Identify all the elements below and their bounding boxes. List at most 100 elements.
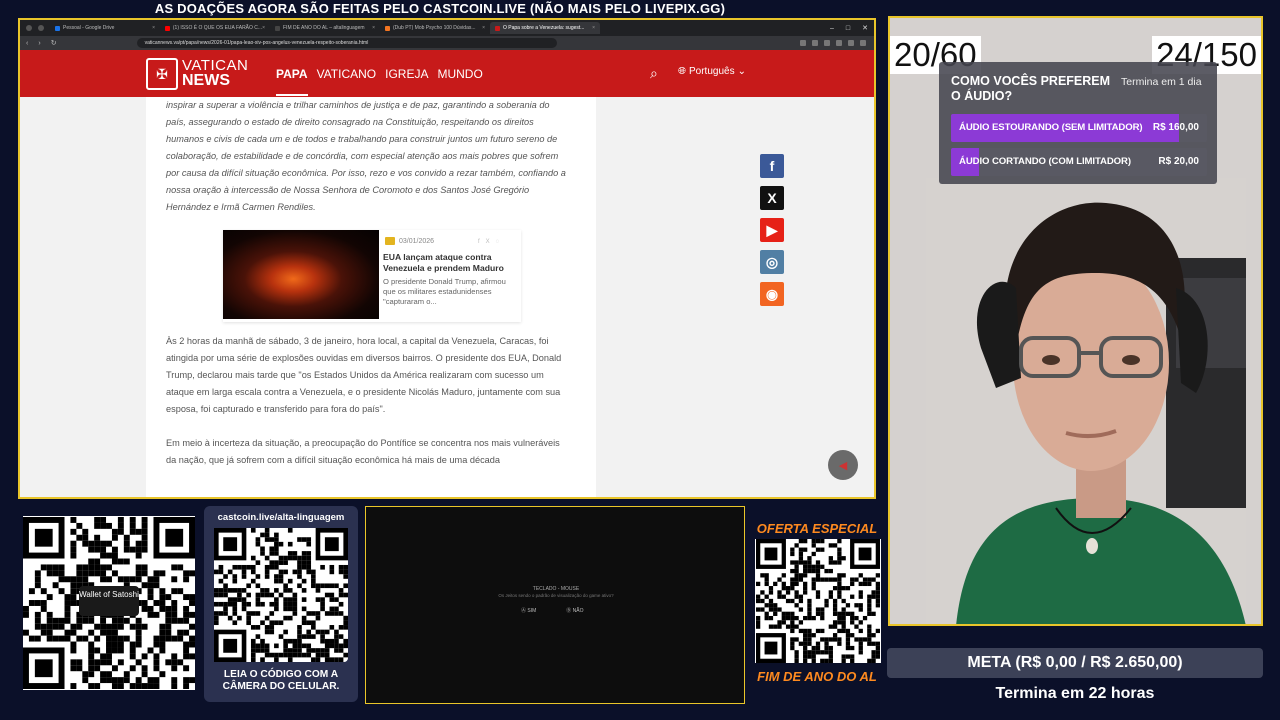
x-icon[interactable]: X [760, 186, 784, 210]
related-article-card[interactable]: 03/01/2026 f X ◌ EUA lançam ataque contr… [223, 230, 521, 322]
address-bar: ‹ › ↻ vaticannews.va/pt/papa/news/2026-0… [20, 36, 874, 50]
window-controls: – □ ✕ [830, 20, 868, 36]
nav-vaticano[interactable]: VATICANO [317, 67, 377, 81]
x-icon[interactable]: X [486, 239, 490, 245]
tab-favicon-icon [55, 25, 60, 31]
article-paragraph: Em meio à incerteza da situação, a preoc… [166, 438, 560, 465]
browser-tab[interactable]: (1) ISSO É O QUE OS EUA FARÃO C... × [160, 22, 270, 34]
audio-play-button[interactable]: ◀ [828, 450, 858, 480]
tab-close-icon[interactable]: × [152, 25, 155, 31]
language-selector[interactable]: 🌐︎ Português ⌄ [678, 66, 746, 77]
extension-icon[interactable] [860, 40, 866, 46]
browser-window: Pessoal - Google Drive × (1) ISSO É O QUE … [18, 18, 876, 499]
minimize-icon[interactable]: – [830, 25, 834, 32]
poll-question: COMO VOCÊS PREFEREM O ÁUDIO? [951, 74, 1111, 103]
qr-code [214, 528, 348, 662]
offer-title: OFERTA ESPECIAL [756, 521, 878, 536]
card-description: O presidente Donald Trump, afirmou que o… [383, 277, 506, 306]
nav-igreja[interactable]: IGREJA [385, 67, 428, 81]
card-share-icons: f X ◌ [478, 239, 499, 245]
dialog-no-button[interactable]: Ⓑ NÃO [566, 607, 583, 614]
poll-ends: Termina em 1 dia [1121, 76, 1202, 88]
dialog-yes-button[interactable]: Ⓐ SIM [521, 607, 536, 614]
tab-close-icon[interactable]: × [592, 25, 595, 31]
wallet-of-satoshi-logo: Wallet of Satoshi [79, 586, 139, 616]
poll-option-value: R$ 160,00 [1152, 122, 1199, 133]
tab-close-icon[interactable]: × [372, 25, 375, 31]
extension-icon[interactable] [848, 40, 854, 46]
tab-bar: Pessoal - Google Drive × (1) ISSO É O QUE … [20, 20, 874, 36]
back-icon[interactable]: ‹ [26, 40, 28, 47]
tab-favicon-icon [495, 25, 500, 31]
article-body: inspirar a superar a violência e trilhar… [146, 97, 596, 497]
castcoin-url: castcoin.live/alta-linguagem [217, 512, 345, 523]
browser-tab[interactable]: (Dub PT) Mob Psycho 100 Dúvidas... × [380, 22, 490, 34]
instagram-icon[interactable]: ◎ [760, 250, 784, 274]
poll-option-label: ÁUDIO CORTANDO (COM LIMITADOR) [959, 156, 1131, 167]
poll-widget: COMO VOCÊS PREFEREM O ÁUDIO? Termina em … [939, 62, 1217, 184]
tab-search-icon[interactable] [38, 25, 44, 31]
facebook-icon[interactable]: f [478, 239, 480, 245]
globe-icon: 🌐︎ [678, 66, 686, 77]
article-paragraph: Às 2 horas da manhã de sábado, 3 de jane… [166, 336, 562, 414]
tab-label: (1) ISSO É O QUE OS EUA FARÃO C... [172, 25, 263, 31]
tab-label: FIM DE ANO DO AL – altalinguagem [283, 25, 365, 31]
nav-mundo[interactable]: MUNDO [437, 67, 482, 81]
tab-close-icon[interactable]: × [482, 25, 485, 31]
close-icon[interactable]: ✕ [862, 24, 868, 32]
tab-label: O Papa sobre a Venezuela: sugest... [503, 25, 585, 31]
card-date-text: 03/01/2026 [399, 237, 435, 245]
tab-favicon-icon [385, 25, 390, 31]
whatsapp-icon[interactable]: ◌ [496, 239, 500, 245]
browser-tab[interactable]: O Papa sobre a Venezuela: sugest... × [490, 22, 600, 34]
poll-option: ÁUDIO CORTANDO (COM LIMITADOR) R$ 20,00 [951, 148, 1207, 176]
special-offer: OFERTA ESPECIAL FIM DE ANO DO AL [750, 513, 884, 691]
logo-line1: VATICAN [182, 57, 249, 74]
qr-code [756, 539, 880, 663]
extension-icon[interactable] [800, 40, 806, 46]
dialog-no-label: NÃO [572, 608, 584, 614]
stream-overlay: AS DOAÇÕES AGORA SÃO FEITAS PELO CASTCOI… [0, 0, 1280, 720]
browser-tab[interactable]: FIM DE ANO DO AL – altalinguagem × [270, 22, 380, 34]
logo-line2: NEWS [182, 72, 230, 89]
browser-tab[interactable]: Pessoal - Google Drive × [50, 22, 160, 34]
crest-icon: ✠ [146, 58, 178, 90]
castcoin-panel: castcoin.live/alta-linguagem LEIA O CÓDI… [204, 506, 358, 702]
castcoin-caption: LEIA O CÓDIGO COM A CÂMERA DO CELULAR. [222, 669, 340, 692]
tab-favicon-icon [165, 25, 170, 31]
poll-option-label: ÁUDIO ESTOURANDO (SEM LIMITADOR) [959, 122, 1143, 133]
dialog-buttons: Ⓐ SIM Ⓑ NÃO [521, 607, 584, 614]
forward-icon[interactable]: › [38, 40, 40, 47]
extension-icon[interactable] [824, 40, 830, 46]
nav-papa[interactable]: PAPA [276, 52, 308, 96]
dialog-text: Os Jeitos sendo o padrão de visualização… [498, 593, 614, 598]
tab-close-icon[interactable]: × [262, 25, 265, 31]
poll-option-value: R$ 20,00 [1158, 156, 1199, 167]
rss-icon[interactable]: ◉ [760, 282, 784, 306]
calendar-icon [385, 237, 395, 245]
extension-icon[interactable] [836, 40, 842, 46]
site-nav: PAPA VATICANO IGREJA MUNDO [276, 50, 483, 97]
donation-banner: AS DOAÇÕES AGORA SÃO FEITAS PELO CASTCOI… [154, 1, 726, 16]
maximize-icon[interactable]: □ [846, 25, 850, 32]
site-logo[interactable]: ✠ VATICAN NEWS [146, 58, 248, 90]
tab-favicon-icon [275, 25, 280, 31]
poll-option: ÁUDIO ESTOURANDO (SEM LIMITADOR) R$ 160,… [951, 114, 1207, 142]
tab-label: Pessoal - Google Drive [63, 25, 115, 31]
goal-ends: Termina em 22 horas [995, 685, 1155, 702]
tab-label: (Dub PT) Mob Psycho 100 Dúvidas... [393, 25, 476, 31]
qr-code-offer [755, 539, 881, 663]
donation-goal: META (R$ 0,00 / R$ 2.650,00) [887, 648, 1263, 678]
reload-icon[interactable]: ↻ [51, 39, 57, 47]
profile-icon[interactable] [26, 25, 32, 31]
search-icon[interactable]: ⌕ [650, 65, 658, 82]
article-paragraph: inspirar a superar a violência e trilhar… [166, 100, 566, 212]
card-title[interactable]: EUA lançam ataque contra Venezuela e pre… [383, 252, 517, 274]
url-field[interactable]: vaticannews.va/pt/papa/news/2026-01/papa… [136, 38, 557, 48]
extension-icon[interactable] [812, 40, 818, 46]
language-label: Português [689, 66, 735, 77]
extension-icons [800, 40, 874, 46]
facebook-icon[interactable]: f [760, 154, 784, 178]
related-article-image [223, 230, 379, 319]
youtube-icon[interactable]: ▶ [760, 218, 784, 242]
